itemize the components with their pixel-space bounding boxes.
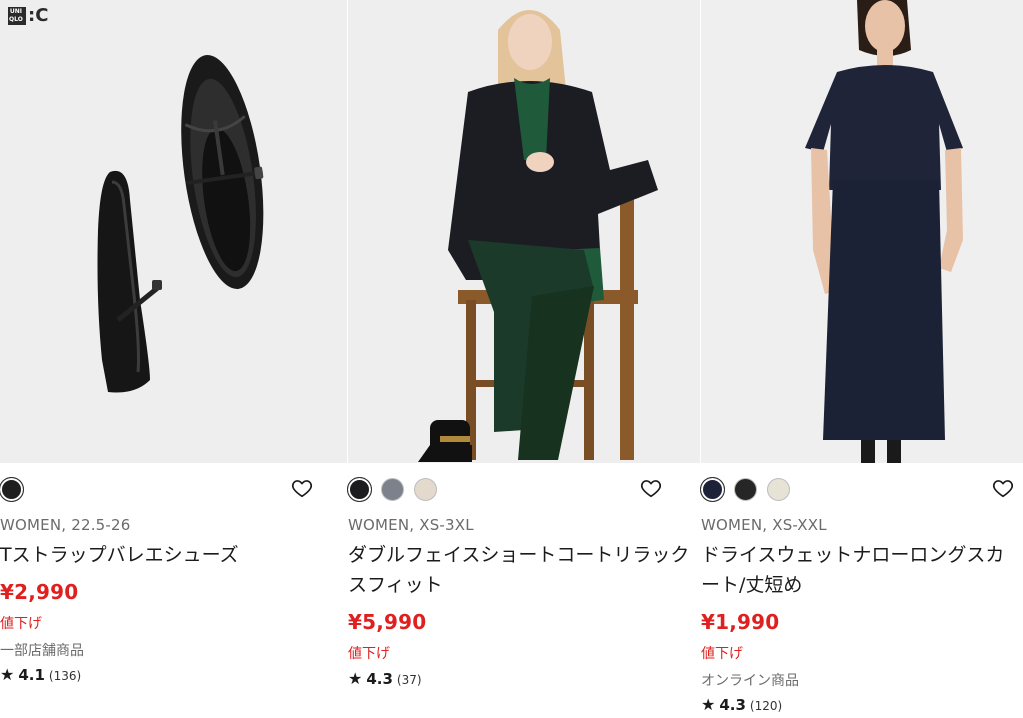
- brand-logo-box: UNI QLO: [8, 7, 26, 25]
- heart-outline-icon: [291, 480, 313, 498]
- color-swatch-black[interactable]: [347, 476, 372, 502]
- sale-label: 値下げ: [701, 646, 743, 662]
- heart-outline-icon: [992, 480, 1014, 498]
- product-grid: UNI QLO :C WOMEN, 22.5-26 Tストラップバレエシューズ …: [0, 0, 1023, 718]
- brand-logo-letters-bottom: QLO: [9, 16, 23, 23]
- color-swatch-navy[interactable]: [700, 476, 725, 502]
- rating-score: 4.1: [18, 666, 45, 684]
- product-meta: WOMEN, 22.5-26: [0, 516, 131, 534]
- review-count: (120): [749, 699, 783, 713]
- ballet-shoes-illustration: [0, 0, 347, 463]
- rating-score: 4.3: [366, 670, 393, 688]
- star-icon: ★: [348, 669, 363, 688]
- rating-score: 4.3: [719, 696, 746, 714]
- color-swatch-black[interactable]: [734, 477, 757, 501]
- product-meta: WOMEN, XS-XXL: [701, 516, 827, 534]
- brand-logo-suffix: :C: [28, 5, 49, 26]
- product-rating: ★ 4.1 (136): [0, 666, 81, 684]
- store-availability-label: オンライン商品: [701, 673, 799, 689]
- product-rating: ★ 4.3 (37): [348, 670, 422, 688]
- star-icon: ★: [0, 665, 15, 684]
- sale-label: 値下げ: [348, 646, 390, 662]
- heart-outline-icon: [640, 480, 662, 498]
- product-image-skirt[interactable]: [701, 0, 1023, 463]
- product-rating: ★ 4.3 (120): [701, 696, 782, 714]
- product-card[interactable]: WOMEN, XS-XXL ドライスウェットナローロングスカート/丈短め ¥1,…: [700, 0, 1023, 718]
- product-meta: WOMEN, XS-3XL: [348, 516, 474, 534]
- model-coat-illustration: [348, 0, 700, 463]
- favorite-button[interactable]: [992, 477, 1014, 499]
- color-swatches: [0, 476, 24, 502]
- sale-label: 値下げ: [0, 616, 42, 632]
- review-count: (37): [396, 673, 422, 687]
- color-swatch-off-white[interactable]: [767, 477, 790, 501]
- product-name[interactable]: ドライスウェットナローロングスカート/丈短め: [701, 540, 1023, 600]
- favorite-button[interactable]: [640, 477, 662, 499]
- product-price: ¥5,990: [348, 610, 427, 634]
- product-name[interactable]: ダブルフェイスショートコートリラックスフィット: [348, 540, 700, 600]
- color-swatches: [347, 476, 437, 502]
- review-count: (136): [48, 669, 82, 683]
- favorite-button[interactable]: [291, 477, 313, 499]
- product-price: ¥1,990: [701, 610, 780, 634]
- color-swatches: [700, 476, 790, 502]
- product-price: ¥2,990: [0, 580, 79, 604]
- product-image-ballet-shoes[interactable]: UNI QLO :C: [0, 0, 347, 463]
- product-name[interactable]: Tストラップバレエシューズ: [0, 540, 347, 570]
- brand-logo: UNI QLO :C: [8, 7, 48, 25]
- store-availability-label: 一部店舗商品: [0, 643, 84, 659]
- color-swatch-black[interactable]: [0, 476, 24, 502]
- color-swatch-gray[interactable]: [381, 477, 404, 501]
- brand-logo-letters-top: UNI: [9, 8, 22, 15]
- product-card[interactable]: WOMEN, XS-3XL ダブルフェイスショートコートリラックスフィット ¥5…: [347, 0, 700, 718]
- product-card[interactable]: UNI QLO :C WOMEN, 22.5-26 Tストラップバレエシューズ …: [0, 0, 347, 718]
- color-swatch-beige[interactable]: [414, 477, 437, 501]
- star-icon: ★: [701, 695, 716, 714]
- model-skirt-illustration: [701, 0, 1023, 463]
- product-image-coat[interactable]: [348, 0, 700, 463]
